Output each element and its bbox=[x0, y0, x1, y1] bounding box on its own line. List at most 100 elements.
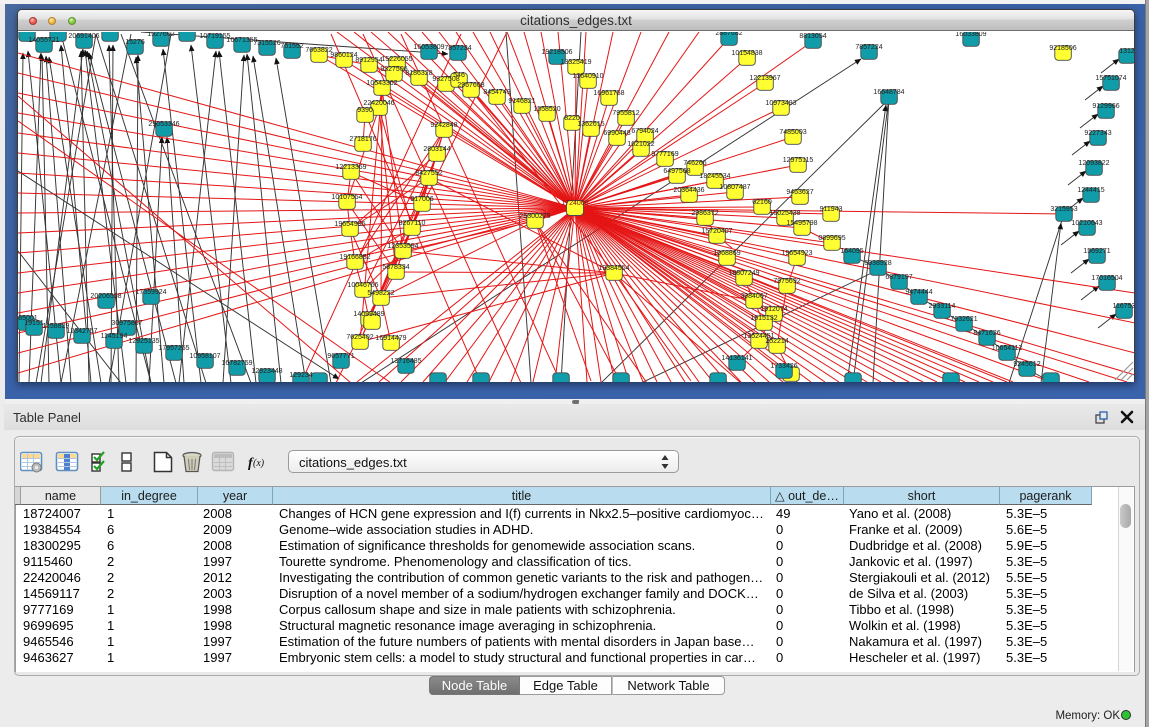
svg-text:17359924: 17359924 bbox=[135, 289, 166, 296]
svg-text:12213369: 12213369 bbox=[335, 164, 366, 171]
svg-text:1615132: 1615132 bbox=[750, 315, 777, 322]
svg-text:19654923: 19654923 bbox=[781, 250, 812, 257]
svg-text:16648784: 16648784 bbox=[873, 89, 904, 96]
svg-text:6466160: 6466160 bbox=[173, 32, 200, 33]
svg-text:22420046: 22420046 bbox=[363, 100, 394, 107]
svg-text:15276: 15276 bbox=[125, 39, 145, 46]
svg-text:8267110: 8267110 bbox=[399, 220, 426, 227]
svg-text:2718176: 2718176 bbox=[349, 136, 376, 143]
svg-text:9227343: 9227343 bbox=[1084, 130, 1111, 137]
svg-text:164095: 164095 bbox=[840, 248, 863, 255]
svg-text:10853257: 10853257 bbox=[94, 32, 125, 33]
svg-text:18807249: 18807249 bbox=[728, 270, 759, 277]
svg-text:20206558: 20206558 bbox=[90, 293, 121, 300]
svg-text:1558520: 1558520 bbox=[533, 106, 560, 113]
svg-text:7485003: 7485003 bbox=[779, 129, 806, 136]
svg-text:1912074: 1912074 bbox=[760, 306, 787, 313]
svg-text:17016504: 17016504 bbox=[1091, 275, 1122, 282]
svg-text:9657771: 9657771 bbox=[327, 353, 354, 360]
svg-text:9619: 9619 bbox=[50, 32, 66, 33]
svg-text:10654112: 10654112 bbox=[992, 345, 1023, 352]
svg-text:13325419: 13325419 bbox=[560, 59, 591, 66]
svg-text:116753: 116753 bbox=[1113, 303, 1134, 310]
svg-text:10958107: 10958107 bbox=[189, 353, 220, 360]
svg-text:7632621: 7632621 bbox=[950, 316, 977, 323]
svg-text:7625402: 7625402 bbox=[346, 334, 373, 341]
svg-text:6879197: 6879197 bbox=[885, 274, 912, 281]
svg-text:10543362: 10543362 bbox=[366, 80, 397, 87]
svg-text:8427552: 8427552 bbox=[415, 170, 442, 177]
svg-text:10210643: 10210643 bbox=[1071, 220, 1102, 227]
svg-text:10025438: 10025438 bbox=[769, 210, 800, 217]
svg-text:9474444: 9474444 bbox=[905, 289, 932, 296]
svg-text:8454749: 8454749 bbox=[483, 89, 510, 96]
svg-text:1068869: 1068869 bbox=[713, 250, 740, 257]
svg-text:911943: 911943 bbox=[820, 206, 843, 213]
svg-text:10107554: 10107554 bbox=[331, 194, 362, 201]
svg-text:16053809: 16053809 bbox=[413, 44, 444, 51]
svg-text:(x): (x) bbox=[253, 458, 265, 469]
svg-text:10807487: 10807487 bbox=[719, 184, 750, 191]
svg-text:10046766: 10046766 bbox=[347, 282, 378, 289]
svg-text:19384554: 19384554 bbox=[598, 265, 629, 272]
svg-text:9860124: 9860124 bbox=[330, 52, 357, 59]
svg-text:16914479: 16914479 bbox=[375, 335, 406, 342]
svg-text:20364436: 20364436 bbox=[673, 187, 704, 194]
svg-text:252214: 252214 bbox=[765, 338, 788, 345]
svg-text:10973493: 10973493 bbox=[765, 100, 796, 107]
svg-text:12923448: 12923448 bbox=[251, 368, 282, 375]
svg-text:1527602: 1527602 bbox=[147, 32, 174, 38]
svg-text:3984067: 3984067 bbox=[740, 293, 767, 300]
svg-text:6794024: 6794024 bbox=[631, 128, 658, 135]
svg-text:3215953: 3215953 bbox=[1050, 206, 1077, 213]
svg-text:15751074: 15751074 bbox=[1095, 75, 1126, 82]
svg-text:746266: 746266 bbox=[683, 160, 706, 167]
svg-text:19166852: 19166852 bbox=[339, 254, 370, 261]
svg-text:18133: 18133 bbox=[18, 32, 37, 33]
svg-text:9463627: 9463627 bbox=[786, 189, 813, 196]
svg-text:18245534: 18245534 bbox=[699, 173, 730, 180]
svg-text:9245612: 9245612 bbox=[1013, 361, 1040, 368]
svg-text:9129966: 9129966 bbox=[1092, 103, 1119, 110]
svg-text:17957255: 17957255 bbox=[158, 345, 189, 352]
svg-text:9218506: 9218506 bbox=[1049, 45, 1076, 52]
svg-text:7663822: 7663822 bbox=[305, 47, 332, 54]
svg-text:7955812: 7955812 bbox=[612, 110, 639, 117]
svg-text:9777169: 9777169 bbox=[651, 151, 678, 158]
svg-text:12975115: 12975115 bbox=[783, 157, 814, 164]
svg-text:2803144: 2803144 bbox=[423, 146, 450, 153]
svg-text:5938928: 5938928 bbox=[864, 260, 891, 267]
svg-text:7857224: 7857224 bbox=[855, 44, 882, 51]
svg-text:1569271: 1569271 bbox=[1083, 248, 1110, 255]
svg-text:29053346: 29053346 bbox=[148, 121, 179, 128]
svg-text:12342757: 12342757 bbox=[66, 328, 97, 335]
svg-text:9327506: 9327506 bbox=[380, 66, 407, 73]
svg-text:8186328: 8186328 bbox=[405, 70, 432, 77]
svg-text:15720407: 15720407 bbox=[701, 228, 732, 235]
svg-text:6990448: 6990448 bbox=[603, 130, 630, 137]
svg-text:1621022: 1621022 bbox=[627, 141, 654, 148]
svg-text:1244415: 1244415 bbox=[1077, 187, 1104, 194]
svg-text:917006: 917006 bbox=[410, 196, 433, 203]
svg-text:14136141: 14136141 bbox=[721, 355, 752, 362]
svg-text:0899695: 0899695 bbox=[818, 235, 845, 242]
svg-text:16033809: 16033809 bbox=[955, 32, 986, 38]
svg-text:12093822: 12093822 bbox=[1078, 160, 1109, 167]
svg-text:9146821: 9146821 bbox=[508, 98, 535, 105]
svg-text:6497568: 6497568 bbox=[663, 168, 690, 175]
svg-text:10154838: 10154838 bbox=[731, 50, 762, 57]
svg-text:30975867: 30975867 bbox=[111, 320, 142, 327]
svg-text:14099489: 14099489 bbox=[353, 311, 384, 318]
svg-text:9390: 9390 bbox=[357, 107, 373, 114]
svg-text:25300275: 25300275 bbox=[519, 213, 550, 220]
svg-text:13716485: 13716485 bbox=[390, 358, 421, 365]
svg-text:1733426: 1733426 bbox=[770, 363, 797, 370]
svg-text:5498222: 5498222 bbox=[367, 290, 394, 297]
svg-text:2887682: 2887682 bbox=[715, 32, 742, 37]
svg-text:1724006: 1724006 bbox=[561, 200, 588, 207]
svg-text:1145194: 1145194 bbox=[101, 333, 128, 340]
svg-text:14055721: 14055721 bbox=[28, 37, 59, 44]
svg-text:129234: 129234 bbox=[289, 372, 312, 379]
svg-text:12213967: 12213967 bbox=[749, 75, 780, 82]
svg-text:12353594: 12353594 bbox=[387, 243, 418, 250]
